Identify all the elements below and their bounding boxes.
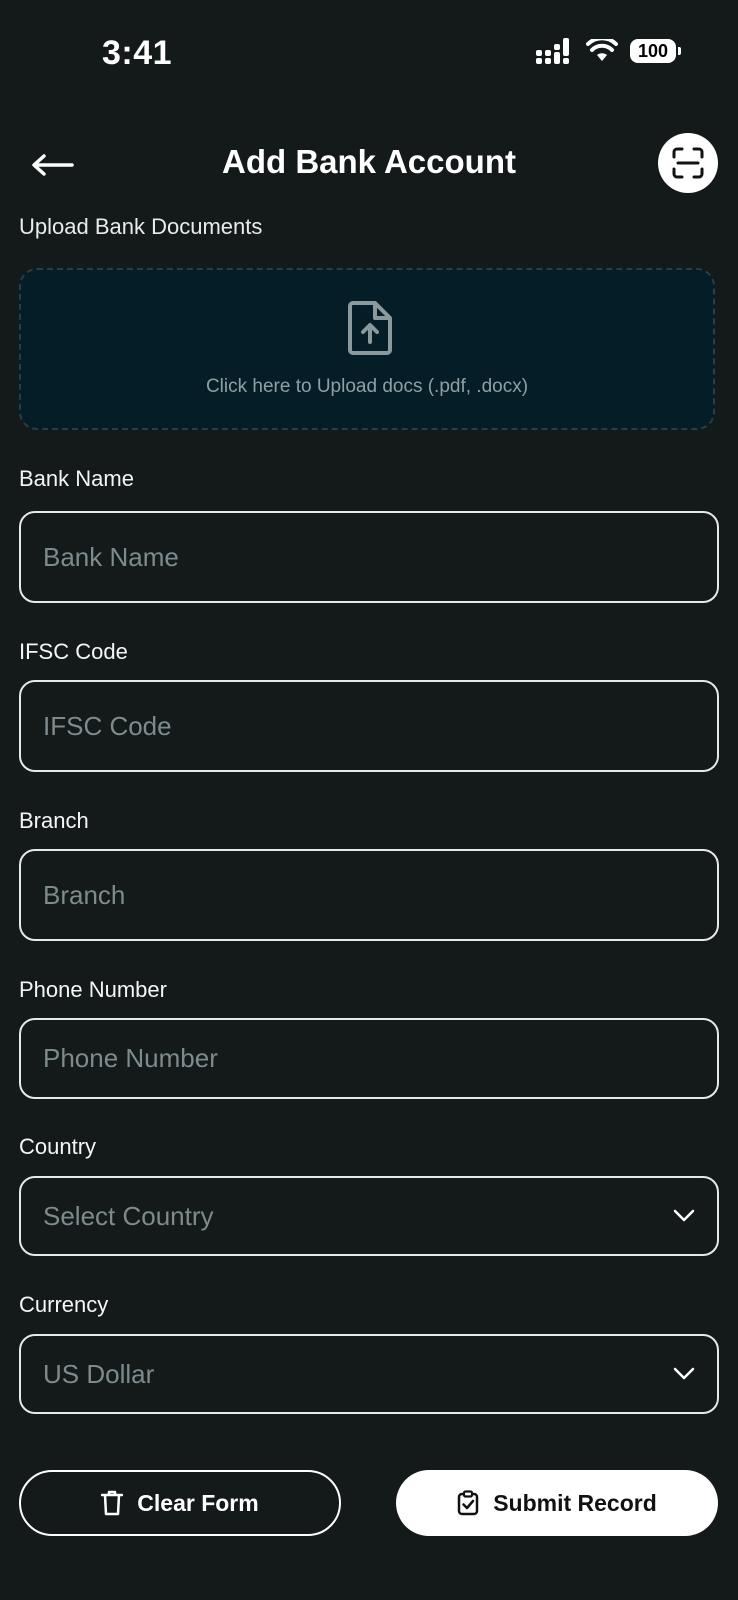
submit-record-button[interactable]: Submit Record — [396, 1470, 718, 1536]
phone-label: Phone Number — [19, 977, 167, 1002]
submit-record-label: Submit Record — [493, 1489, 657, 1516]
upload-label: Upload Bank Documents — [19, 214, 263, 239]
header: Add Bank Account — [0, 125, 738, 205]
currency-label: Currency — [19, 1292, 109, 1317]
branch-input[interactable] — [19, 849, 719, 941]
status-bar: 3:41 100 — [0, 0, 738, 110]
wifi-icon — [586, 39, 618, 61]
bank-name-label: Bank Name — [19, 466, 134, 491]
upload-hint: Click here to Upload docs (.pdf, .docx) — [205, 376, 529, 397]
ifsc-label: IFSC Code — [19, 639, 128, 664]
page-title: Add Bank Account — [222, 143, 516, 180]
currency-select-value: US Dollar — [43, 1358, 155, 1389]
bank-name-input[interactable] — [19, 511, 719, 603]
clear-form-label: Clear Form — [137, 1489, 259, 1516]
country-select-value: Select Country — [43, 1200, 214, 1231]
country-label: Country — [19, 1134, 97, 1159]
ifsc-input[interactable] — [19, 680, 719, 772]
battery-icon: 100 — [630, 39, 681, 63]
scan-icon — [672, 147, 704, 179]
chevron-down-icon — [673, 1209, 695, 1222]
country-select[interactable]: Select Country — [19, 1176, 719, 1256]
clipboard-check-icon — [457, 1490, 479, 1516]
signal-icon — [536, 38, 569, 64]
status-time: 3:41 — [102, 34, 173, 72]
clear-form-button[interactable]: Clear Form — [19, 1470, 341, 1536]
branch-label: Branch — [19, 808, 89, 833]
phone-input[interactable] — [19, 1018, 719, 1099]
scan-button[interactable] — [658, 133, 718, 193]
upload-dropzone[interactable]: Click here to Upload docs (.pdf, .docx) — [19, 268, 715, 430]
status-icons: 100 — [536, 38, 681, 64]
currency-select[interactable]: US Dollar — [19, 1334, 719, 1414]
chevron-down-icon — [673, 1367, 695, 1380]
file-upload-icon — [348, 301, 392, 355]
trash-icon — [101, 1490, 124, 1516]
